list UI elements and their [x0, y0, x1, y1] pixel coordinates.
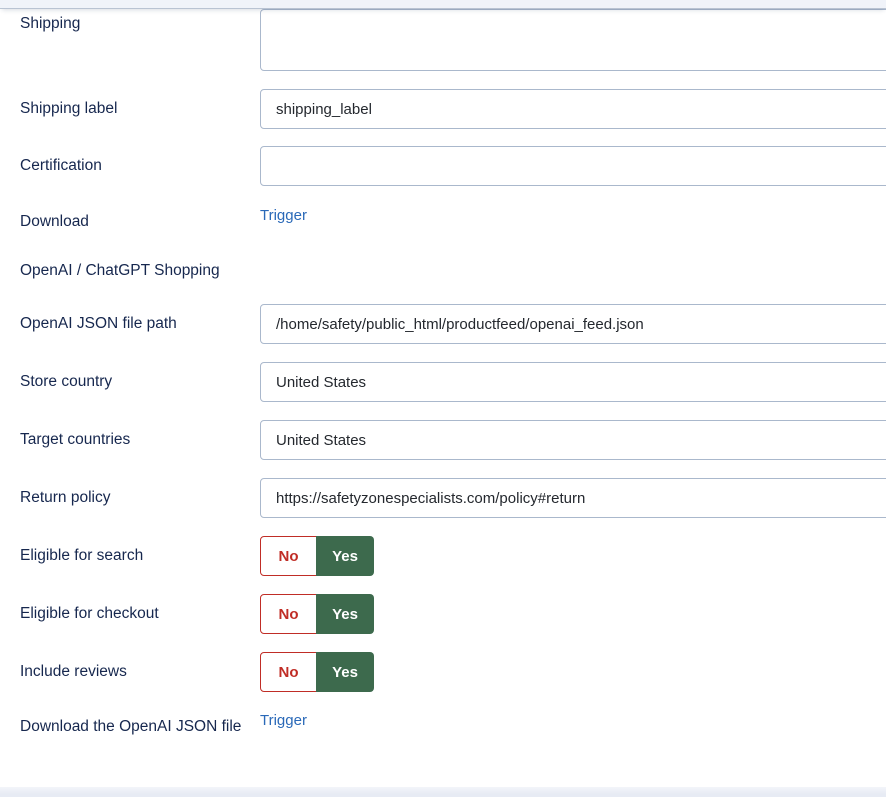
- shipping-label-text: Shipping: [20, 9, 256, 33]
- certification-input[interactable]: [260, 146, 886, 186]
- toggle-no-option[interactable]: No: [260, 652, 317, 692]
- toggle-yes-option[interactable]: Yes: [316, 652, 374, 692]
- store-country-input[interactable]: [260, 362, 886, 402]
- store-country-label: Store country: [20, 362, 256, 402]
- include-reviews-toggle[interactable]: No Yes: [260, 652, 374, 692]
- eligible-search-toggle[interactable]: No Yes: [260, 536, 374, 576]
- panel-bottom-edge: [0, 787, 886, 797]
- openai-json-path-input[interactable]: [260, 304, 886, 344]
- eligible-checkout-label: Eligible for checkout: [20, 594, 256, 634]
- toggle-yes-option[interactable]: Yes: [316, 536, 374, 576]
- target-countries-label: Target countries: [20, 420, 256, 460]
- download-label: Download: [20, 207, 256, 231]
- shipping-textarea[interactable]: [260, 9, 886, 71]
- certification-label: Certification: [20, 146, 256, 186]
- eligible-checkout-toggle[interactable]: No Yes: [260, 594, 374, 634]
- toggle-no-option[interactable]: No: [260, 594, 317, 634]
- target-countries-input[interactable]: [260, 420, 886, 460]
- include-reviews-label: Include reviews: [20, 652, 256, 692]
- section-heading: OpenAI / ChatGPT Shopping: [20, 262, 220, 280]
- download-openai-json-label: Download the OpenAI JSON file: [20, 712, 256, 736]
- return-policy-input[interactable]: [260, 478, 886, 518]
- return-policy-label: Return policy: [20, 478, 256, 518]
- eligible-search-label: Eligible for search: [20, 536, 256, 576]
- panel-top-edge: [0, 0, 886, 9]
- shipping-label-field-label: Shipping label: [20, 89, 256, 129]
- toggle-no-option[interactable]: No: [260, 536, 317, 576]
- download-trigger-link[interactable]: Trigger: [260, 207, 307, 225]
- openai-json-path-label: OpenAI JSON file path: [20, 304, 256, 344]
- shipping-label-input[interactable]: [260, 89, 886, 129]
- toggle-yes-option[interactable]: Yes: [316, 594, 374, 634]
- download-openai-json-trigger-link[interactable]: Trigger: [260, 712, 307, 730]
